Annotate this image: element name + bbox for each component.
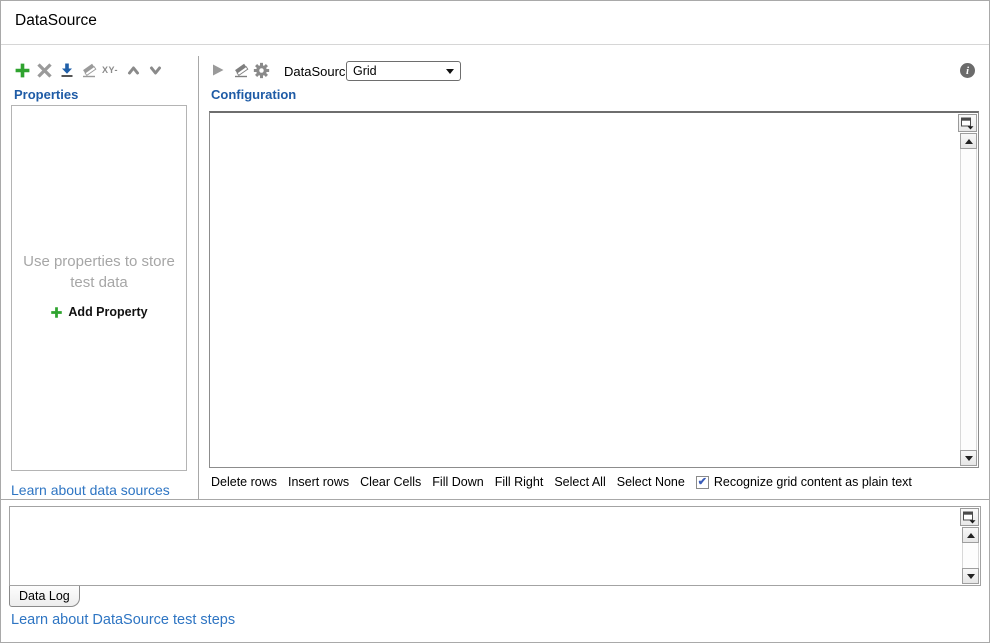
add-property-label: Add Property xyxy=(68,305,147,319)
datasource-select-value: Grid xyxy=(353,64,446,78)
fill-down-button[interactable]: Fill Down xyxy=(432,475,483,489)
data-log-panel[interactable] xyxy=(9,506,981,586)
plain-text-toggle[interactable]: ✔ Recognize grid content as plain text xyxy=(696,475,912,489)
arrow-down-icon xyxy=(967,574,975,579)
plus-icon xyxy=(50,306,63,319)
delete-icon[interactable] xyxy=(37,63,52,78)
grid-vertical-scrollbar[interactable] xyxy=(960,133,977,466)
configuration-section-title: Configuration xyxy=(211,87,296,102)
table-menu-icon xyxy=(961,117,974,130)
run-icon[interactable] xyxy=(210,62,226,78)
info-icon[interactable]: i xyxy=(960,63,975,78)
clear-grid-icon[interactable] xyxy=(233,62,249,78)
data-log-tab-label: Data Log xyxy=(19,589,70,603)
properties-empty-state: Use properties to store test data Add Pr… xyxy=(12,251,186,324)
page-title: DataSource xyxy=(15,12,97,30)
rename-xy-icon[interactable]: XY- xyxy=(102,65,118,75)
move-up-icon[interactable] xyxy=(127,65,140,76)
learn-datasource-steps-link[interactable]: Learn about DataSource test steps xyxy=(11,612,235,628)
delete-rows-button[interactable]: Delete rows xyxy=(211,475,277,489)
log-corner-button[interactable] xyxy=(960,508,979,526)
clear-icon[interactable] xyxy=(81,62,97,78)
log-vertical-scrollbar[interactable] xyxy=(962,527,979,584)
select-all-button[interactable]: Select All xyxy=(554,475,605,489)
options-gear-icon[interactable] xyxy=(253,62,270,79)
scroll-track[interactable] xyxy=(960,149,977,450)
tab-data-log[interactable]: Data Log xyxy=(9,586,80,607)
add-icon[interactable] xyxy=(14,62,31,79)
learn-data-sources-link[interactable]: Learn about data sources xyxy=(11,482,170,498)
plain-text-checkbox-label: Recognize grid content as plain text xyxy=(714,475,912,489)
grid-corner-button[interactable] xyxy=(958,114,977,132)
download-icon[interactable] xyxy=(59,62,75,78)
grid-actions-row: Delete rows Insert rows Clear Cells Fill… xyxy=(211,475,912,489)
select-none-button[interactable]: Select None xyxy=(617,475,685,489)
insert-rows-button[interactable]: Insert rows xyxy=(288,475,349,489)
clear-cells-button[interactable]: Clear Cells xyxy=(360,475,421,489)
datasource-window: DataSource XY- Properties xyxy=(0,0,990,643)
empty-state-message: Use properties to store test data xyxy=(12,251,186,293)
table-menu-icon xyxy=(963,511,976,524)
arrow-down-icon xyxy=(965,456,973,461)
move-down-icon[interactable] xyxy=(149,65,162,76)
arrow-up-icon xyxy=(965,139,973,144)
properties-section-title: Properties xyxy=(14,87,78,102)
properties-list[interactable]: Use properties to store test data Add Pr… xyxy=(11,105,187,471)
panel-divider xyxy=(198,56,199,499)
header-divider xyxy=(1,44,989,45)
datasource-grid[interactable] xyxy=(209,111,979,468)
scroll-track[interactable] xyxy=(962,543,979,568)
bottom-divider xyxy=(1,499,989,500)
plain-text-checkbox[interactable]: ✔ xyxy=(696,476,709,489)
fill-right-button[interactable]: Fill Right xyxy=(495,475,544,489)
add-property-button[interactable]: Add Property xyxy=(50,305,147,319)
scroll-down-button[interactable] xyxy=(962,568,979,584)
arrow-up-icon xyxy=(967,533,975,538)
chevron-down-icon xyxy=(446,69,454,74)
datasource-select[interactable]: Grid xyxy=(346,61,461,81)
scroll-down-button[interactable] xyxy=(960,450,977,466)
scroll-up-button[interactable] xyxy=(960,133,977,149)
scroll-up-button[interactable] xyxy=(962,527,979,543)
